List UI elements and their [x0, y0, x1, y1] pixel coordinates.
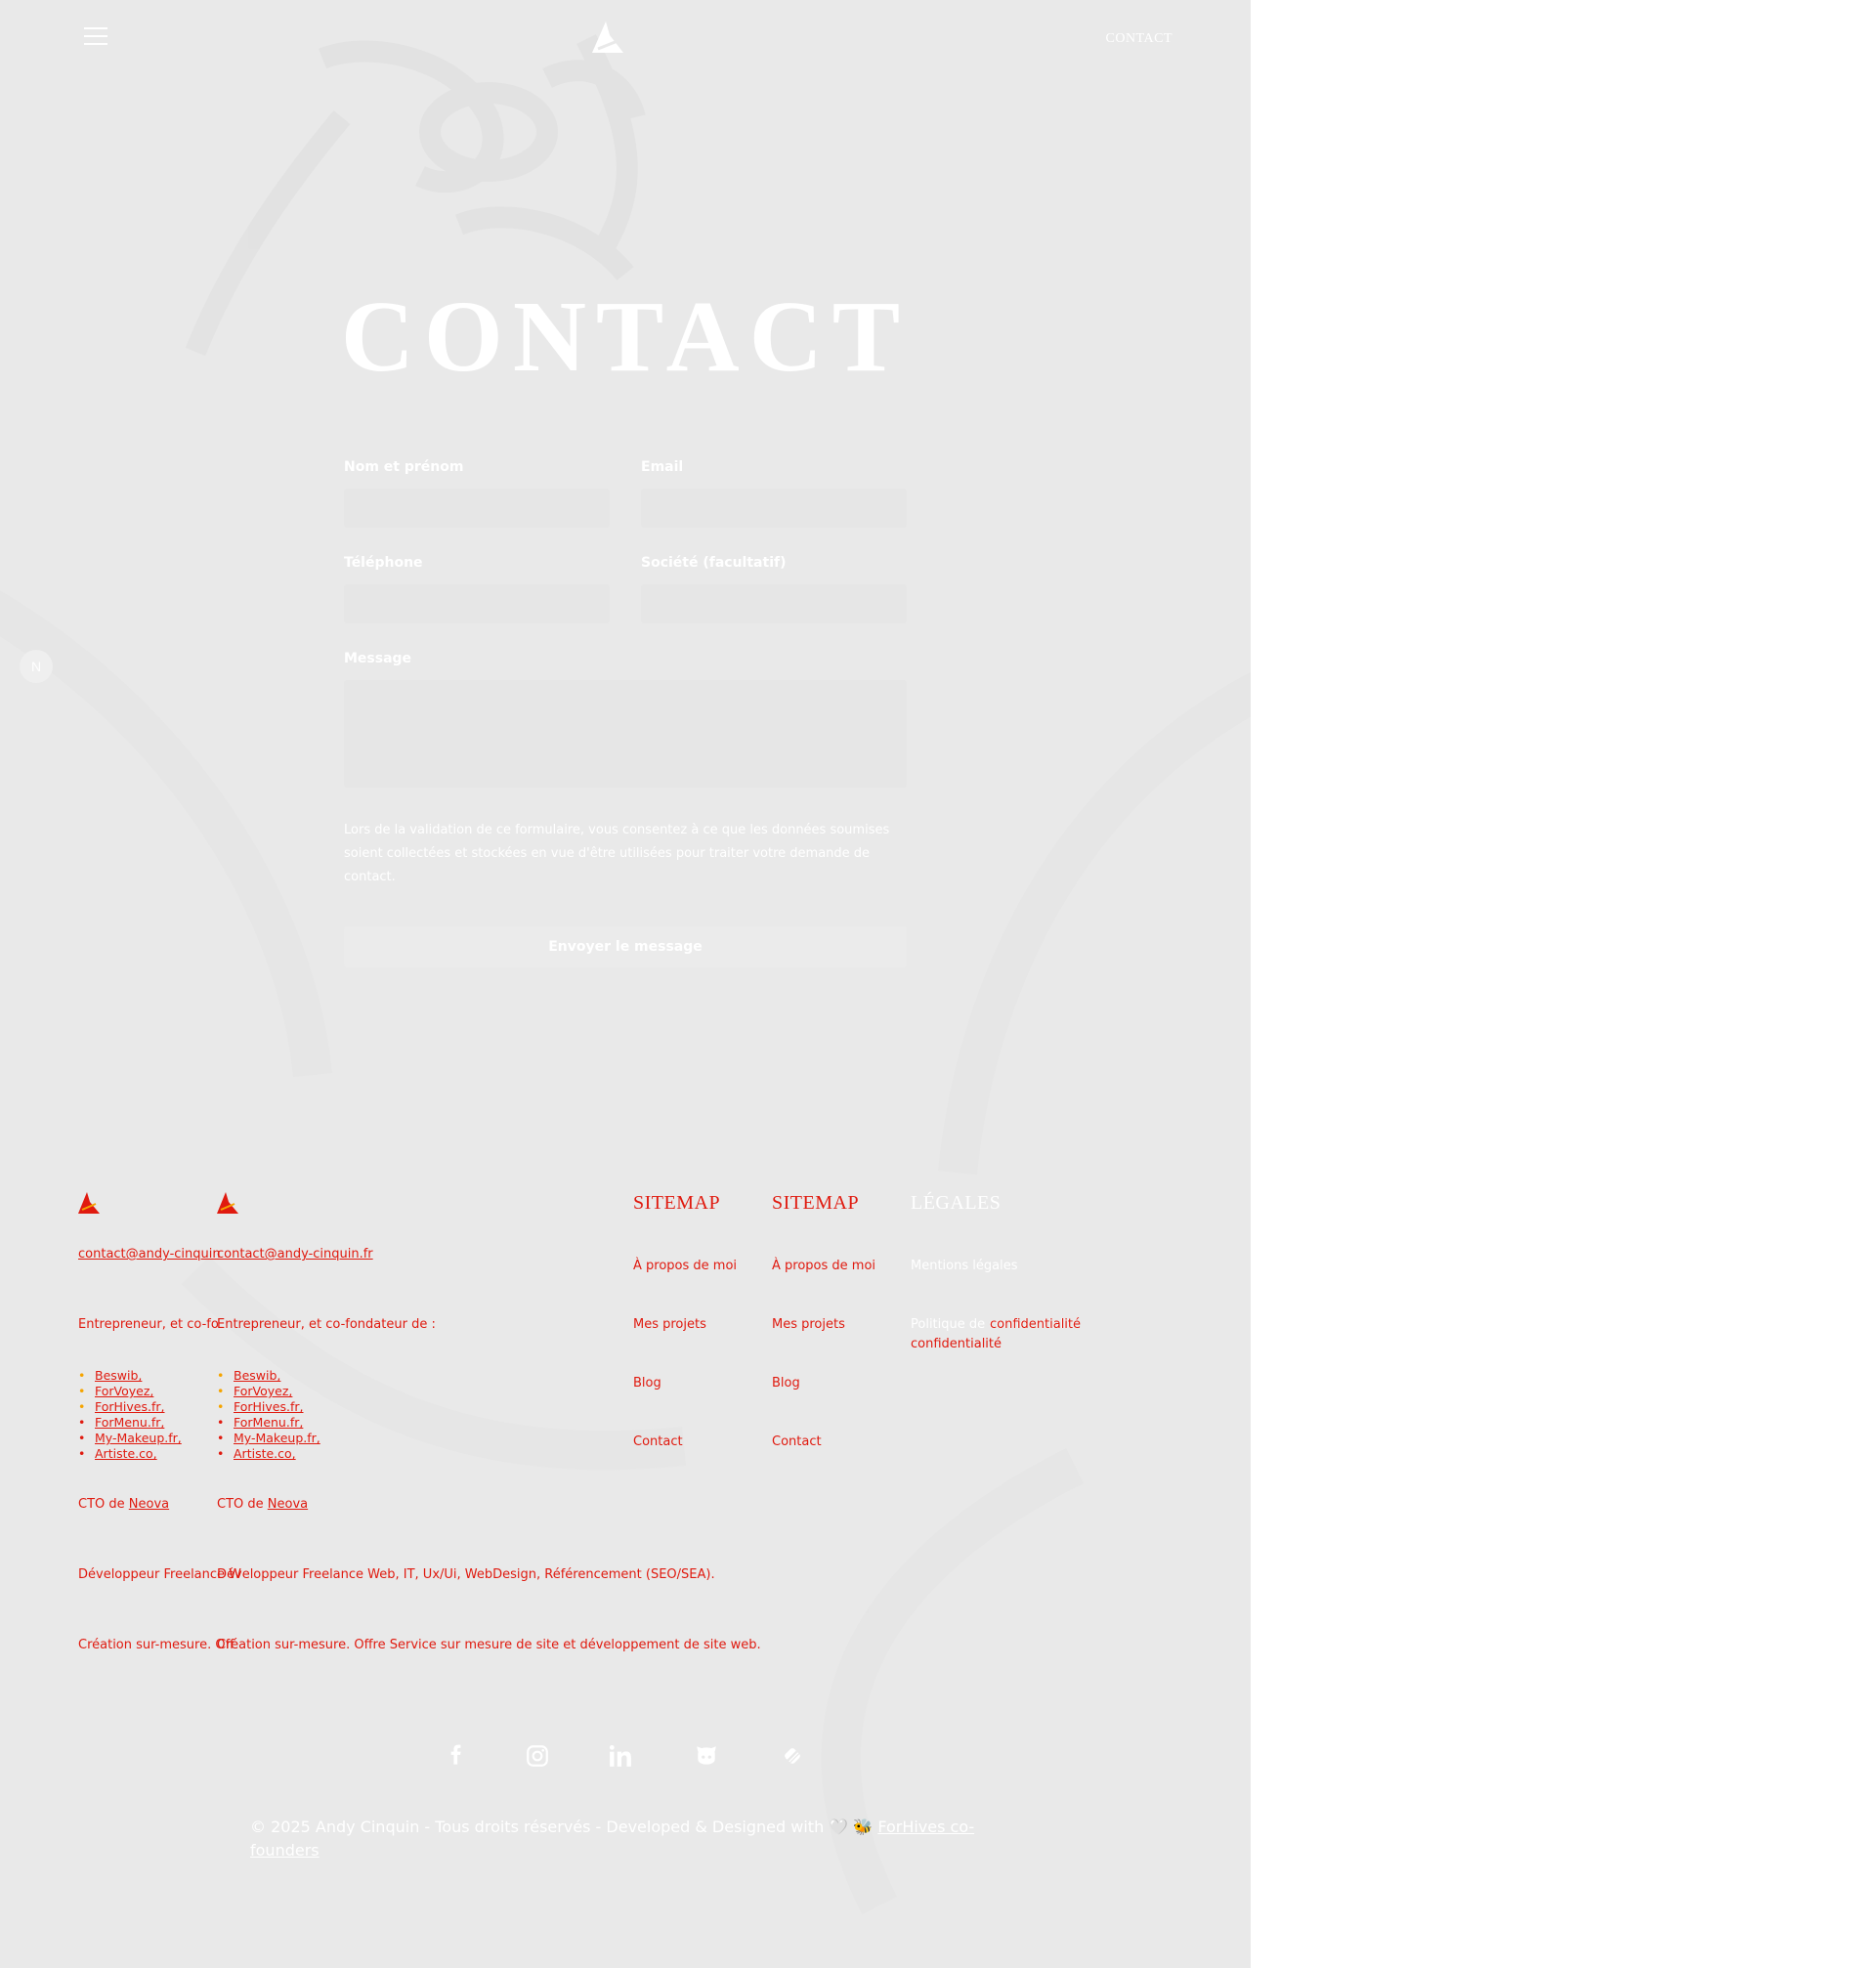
sitemap-link-blog[interactable]: Blog [633, 1376, 661, 1390]
sitemap-title: SITEMAP [633, 1192, 721, 1214]
list-item[interactable]: My-Makeup.fr, [217, 1431, 320, 1446]
company-field-group: Société (facultatif) [641, 555, 907, 623]
github-icon[interactable] [694, 1743, 719, 1769]
phone-label: Téléphone [344, 555, 423, 571]
message-field-group: Message [344, 651, 907, 788]
email-input[interactable] [641, 489, 907, 528]
legal-privacy-overlay: confidentialité [911, 1337, 1002, 1351]
sitemap-link-about[interactable]: À propos de moi [772, 1259, 875, 1273]
legal-title: LÉGALES [911, 1192, 1002, 1214]
list-item[interactable]: Beswib, [217, 1368, 320, 1384]
name-input[interactable] [344, 489, 610, 528]
company-label: Société (facultatif) [641, 555, 787, 571]
hamburger-menu-icon[interactable] [84, 27, 109, 49]
logo-icon[interactable] [588, 18, 627, 57]
list-item[interactable]: ForVoyez, [78, 1384, 182, 1399]
list-item[interactable]: My-Makeup.fr, [78, 1431, 182, 1446]
email-label: Email [641, 459, 684, 475]
footer-intro-text: Entrepreneur, et co-fondateur de : [217, 1317, 436, 1332]
copyright-text: © 2025 Andy Cinquin - Tous droits réserv… [250, 1818, 975, 1860]
neova-link[interactable]: Neova [268, 1497, 308, 1512]
name-field-group: Nom et prénom [344, 459, 610, 528]
footer-intro-text: Entrepreneur, et co-fo [78, 1317, 219, 1332]
submit-button[interactable]: Envoyer le message [344, 926, 907, 967]
message-textarea[interactable] [344, 680, 907, 788]
footer-email-link[interactable]: contact@andy-cinquin [78, 1247, 221, 1262]
consent-text: Lors de la validation de ce formulaire, … [344, 823, 890, 884]
list-item[interactable]: ForHives.fr, [78, 1399, 182, 1415]
facebook-icon[interactable] [443, 1743, 468, 1769]
phone-field-group: Téléphone [344, 555, 610, 623]
cto-text: CTO de Neova [217, 1497, 309, 1512]
cto-text: CTO de Neova [78, 1497, 170, 1512]
sitemap-link-about[interactable]: À propos de moi [633, 1259, 737, 1273]
legal-privacy-overlay: confidentialité [990, 1317, 1082, 1332]
sitemap-link-contact[interactable]: Contact [633, 1434, 683, 1449]
sitemap-link-projects[interactable]: Mes projets [772, 1317, 845, 1332]
list-item[interactable]: Artiste.co, [217, 1446, 320, 1462]
list-item[interactable]: Artiste.co, [78, 1446, 182, 1462]
footer-email-link[interactable]: contact@andy-cinquin.fr [217, 1247, 373, 1262]
company-input[interactable] [641, 584, 907, 623]
list-item[interactable]: ForVoyez, [217, 1384, 320, 1399]
name-label: Nom et prénom [344, 459, 464, 475]
neova-link[interactable]: Neova [129, 1497, 169, 1512]
phone-input[interactable] [344, 584, 610, 623]
malt-icon[interactable] [780, 1743, 805, 1769]
company-list: Beswib, ForVoyez, ForHives.fr, ForMenu.f… [78, 1368, 182, 1462]
instagram-icon[interactable] [525, 1743, 550, 1769]
creation-text: Création sur-mesure. Offre Service sur m… [217, 1638, 761, 1652]
footer-logo-icon[interactable] [76, 1190, 102, 1216]
creation-text: Création sur-mesure. Off [78, 1638, 234, 1652]
list-item[interactable]: ForMenu.fr, [78, 1415, 182, 1431]
message-label: Message [344, 651, 412, 666]
footer-logo-icon[interactable] [215, 1190, 240, 1216]
legal-link-mentions[interactable]: Mentions légales [911, 1259, 1017, 1273]
list-item[interactable]: ForHives.fr, [217, 1399, 320, 1415]
nav-contact-link[interactable]: CONTACT [1106, 31, 1173, 47]
sitemap-link-contact[interactable]: Contact [772, 1434, 822, 1449]
linkedin-icon[interactable] [608, 1743, 633, 1769]
company-list: Beswib, ForVoyez, ForHives.fr, ForMenu.f… [217, 1368, 320, 1462]
side-badge[interactable]: N [20, 650, 53, 683]
page-title: CONTACT [340, 280, 911, 393]
sitemap-title: SITEMAP [772, 1192, 860, 1214]
developer-text: Développeur Freelance Web, IT, Ux/Ui, We… [217, 1567, 715, 1582]
list-item[interactable]: ForMenu.fr, [217, 1415, 320, 1431]
page: CONTACT N CONTACT Nom et prénom Email Té… [0, 0, 1251, 1968]
sitemap-link-blog[interactable]: Blog [772, 1376, 800, 1390]
list-item[interactable]: Beswib, [78, 1368, 182, 1384]
sitemap-link-projects[interactable]: Mes projets [633, 1317, 706, 1332]
email-field-group: Email [641, 459, 907, 528]
